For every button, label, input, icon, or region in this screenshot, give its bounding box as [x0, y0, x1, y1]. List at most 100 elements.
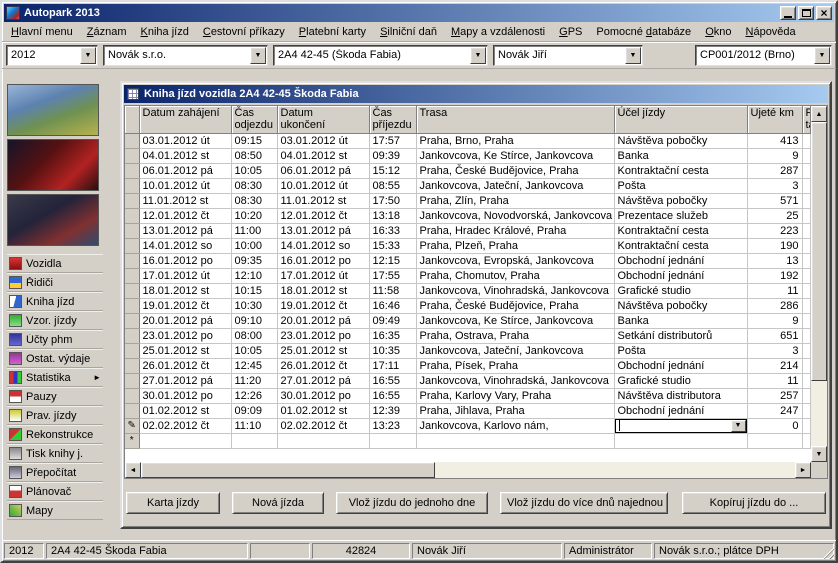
- status-panel: 2012: [4, 543, 44, 559]
- scroll-left-icon[interactable]: ◄: [125, 462, 141, 478]
- sidebar-item-tisk-knihy-j[interactable]: Tisk knihy j.: [7, 444, 103, 463]
- sidebar-item-vzor-jizdy[interactable]: Vzor. jízdy: [7, 311, 103, 330]
- sidebar-item-prepocitat[interactable]: Přepočítat: [7, 463, 103, 482]
- trip-grid[interactable]: Datum zahájeníČas odjezduDatum ukončeníČ…: [125, 106, 811, 462]
- menu-item-zaznam[interactable]: Záznam: [80, 23, 134, 41]
- button-vloz-jizdu-do-vice-dnu-najednou[interactable]: Vlož jízdu do více dnů najednou: [500, 492, 668, 514]
- horizontal-scrollbar[interactable]: ◄ ►: [125, 462, 811, 478]
- table-row[interactable]: 20.01.2012 pá09:1020.01.2012 pá09:49Jank…: [125, 313, 811, 328]
- menu-item-gps[interactable]: GPS: [552, 23, 589, 41]
- button-kopiruj-jizdu-do[interactable]: Kopíruj jízdu do ...: [682, 492, 826, 514]
- scroll-up-icon[interactable]: ▲: [811, 106, 827, 122]
- sidebar-item-prav-jizdy[interactable]: Prav. jízdy: [7, 406, 103, 425]
- sidebar-item-ridici[interactable]: Řidiči: [7, 273, 103, 292]
- menu-item-cestovni-prikazy[interactable]: Cestovní příkazy: [196, 23, 292, 41]
- row-indicator: [125, 133, 139, 148]
- toolbar-combo-year[interactable]: 2012▼: [6, 45, 98, 66]
- column-header[interactable]: [125, 106, 139, 133]
- sidebar-item-statistika[interactable]: Statistika►: [7, 368, 103, 387]
- purpose-editor-combo[interactable]: ▼: [615, 419, 747, 433]
- table-row[interactable]: 03.01.2012 út09:1503.01.2012 út17:57Prah…: [125, 133, 811, 148]
- sidebar-item-vozidla[interactable]: Vozidla: [7, 254, 103, 273]
- table-row[interactable]: 13.01.2012 pá11:0013.01.2012 pá16:33Prah…: [125, 223, 811, 238]
- column-header[interactable]: Trasa: [416, 106, 614, 133]
- vertical-scrollbar[interactable]: ▲ ▼: [811, 106, 827, 462]
- table-row[interactable]: 27.01.2012 pá11:2027.01.2012 pá16:55Jank…: [125, 373, 811, 388]
- horizontal-scroll-thumb[interactable]: [141, 462, 435, 478]
- row-indicator: ✎: [125, 418, 139, 433]
- table-row[interactable]: 19.01.2012 čt10:3019.01.2012 čt16:46Prah…: [125, 298, 811, 313]
- menu-item-platebni-karty[interactable]: Platební karty: [292, 23, 373, 41]
- table-row[interactable]: 23.01.2012 po08:0023.01.2012 po16:35Prah…: [125, 328, 811, 343]
- sidebar-item-kniha-jizd[interactable]: Kniha jízd: [7, 292, 103, 311]
- combo-value: CP001/2012 (Brno): [700, 49, 814, 61]
- toolbar-combo-driver[interactable]: Novák Jiří▼: [493, 45, 643, 66]
- title-bar[interactable]: Autopark 2013 ×: [4, 4, 834, 22]
- button-vloz-jizdu-do-jednoho-dne[interactable]: Vlož jízdu do jednoho dne: [336, 492, 488, 514]
- sidebar-item-ucty-phm[interactable]: Účty phm: [7, 330, 103, 349]
- column-header[interactable]: Datum ukončení: [277, 106, 369, 133]
- table-row[interactable]: 18.01.2012 st10:1518.01.2012 st11:58Jank…: [125, 283, 811, 298]
- column-header[interactable]: Účel jízdy: [614, 106, 747, 133]
- menu-item-napoveda[interactable]: Nápověda: [739, 23, 803, 41]
- toolbar-combo-company[interactable]: Novák s.r.o.▼: [103, 45, 268, 66]
- button-nova-jizda[interactable]: Nová jízda: [232, 492, 324, 514]
- vertical-scroll-track[interactable]: [811, 122, 827, 446]
- menu-item-okno[interactable]: Okno: [698, 23, 738, 41]
- horizontal-scroll-track[interactable]: [141, 462, 795, 478]
- dropdown-arrow-icon[interactable]: ▼: [80, 47, 96, 64]
- table-row[interactable]: 30.01.2012 po12:2630.01.2012 po16:55Prah…: [125, 388, 811, 403]
- table-row[interactable]: 10.01.2012 út08:3010.01.2012 út08:55Jank…: [125, 178, 811, 193]
- menu-item-mapy-a-vzdalenosti[interactable]: Mapy a vzdálenosti: [444, 23, 552, 41]
- vertical-scroll-thumb[interactable]: [811, 122, 827, 381]
- menu-item-pomocne-databaze[interactable]: Pomocné databáze: [589, 23, 698, 41]
- column-header[interactable]: Datum zahájení: [139, 106, 231, 133]
- scroll-down-icon[interactable]: ▼: [811, 446, 827, 462]
- dropdown-arrow-icon[interactable]: ▼: [625, 47, 641, 64]
- column-header[interactable]: Čas příjezdu: [369, 106, 416, 133]
- table-row[interactable]: *: [125, 433, 811, 448]
- column-header[interactable]: Po tac: [802, 106, 811, 133]
- scrollbar-corner: [811, 462, 827, 478]
- sidebar-item-label: Mapy: [26, 505, 101, 517]
- table-row[interactable]: 25.01.2012 st10:0525.01.2012 st10:35Jank…: [125, 343, 811, 358]
- close-button[interactable]: ×: [816, 6, 832, 20]
- menu-item-hlavni-menu[interactable]: Hlavní menu: [4, 23, 80, 41]
- trip-log-title-bar[interactable]: Kniha jízd vozidla 2A4 42-45 Škoda Fabia: [124, 85, 828, 103]
- table-row[interactable]: ✎02.02.2012 čt11:1002.02.2012 čt13:23Jan…: [125, 418, 811, 433]
- table-row[interactable]: 11.01.2012 st08:3011.01.2012 st17:50Prah…: [125, 193, 811, 208]
- menu-item-kniha-jizd[interactable]: Kniha jízd: [134, 23, 196, 41]
- sidebar-item-rekonstrukce[interactable]: Rekonstrukce: [7, 425, 103, 444]
- table-row[interactable]: 12.01.2012 čt10:2012.01.2012 čt13:18Jank…: [125, 208, 811, 223]
- sidebar-item-label: Prav. jízdy: [26, 410, 101, 422]
- sidebar-item-ostat-vydaje[interactable]: Ostat. výdaje: [7, 349, 103, 368]
- sidebar-item-planovac[interactable]: Plánovač: [7, 482, 103, 501]
- button-karta-jizdy[interactable]: Karta jízdy: [126, 492, 220, 514]
- toolbar-combo-trip-order[interactable]: CP001/2012 (Brno)▼: [695, 45, 832, 66]
- menu-item-silnicni-dan[interactable]: Silniční daň: [373, 23, 444, 41]
- maximize-button[interactable]: [798, 6, 814, 20]
- dropdown-arrow-icon[interactable]: ▼: [250, 47, 266, 64]
- dropdown-arrow-icon[interactable]: ▼: [814, 47, 830, 64]
- table-row[interactable]: 26.01.2012 čt12:4526.01.2012 čt17:11Prah…: [125, 358, 811, 373]
- table-row[interactable]: 01.02.2012 st09:0901.02.2012 st12:39Prah…: [125, 403, 811, 418]
- table-row[interactable]: 06.01.2012 pá10:0506.01.2012 pá15:12Prah…: [125, 163, 811, 178]
- plane-photo: [7, 139, 99, 191]
- row-indicator: [125, 328, 139, 343]
- minimize-button[interactable]: [780, 6, 796, 20]
- sidebar-item-pauzy[interactable]: Pauzy: [7, 387, 103, 406]
- dropdown-arrow-icon[interactable]: ▼: [470, 47, 486, 64]
- row-indicator: [125, 253, 139, 268]
- dropdown-arrow-icon[interactable]: ▼: [731, 420, 746, 432]
- column-header[interactable]: Ujeté km: [747, 106, 802, 133]
- scroll-right-icon[interactable]: ►: [795, 462, 811, 478]
- table-row[interactable]: 16.01.2012 po09:3516.01.2012 po12:15Jank…: [125, 253, 811, 268]
- table-row[interactable]: 17.01.2012 út12:1017.01.2012 út17:55Prah…: [125, 268, 811, 283]
- toolbar-combo-vehicle[interactable]: 2A4 42-45 (Škoda Fabia)▼: [273, 45, 488, 66]
- column-header[interactable]: Čas odjezdu: [231, 106, 277, 133]
- sidebar-item-label: Vzor. jízdy: [26, 315, 101, 327]
- table-row[interactable]: 04.01.2012 st08:5004.01.2012 st09:39Jank…: [125, 148, 811, 163]
- sidebar-item-mapy[interactable]: Mapy: [7, 501, 103, 520]
- row-indicator: [125, 178, 139, 193]
- table-row[interactable]: 14.01.2012 so10:0014.01.2012 so15:33Prah…: [125, 238, 811, 253]
